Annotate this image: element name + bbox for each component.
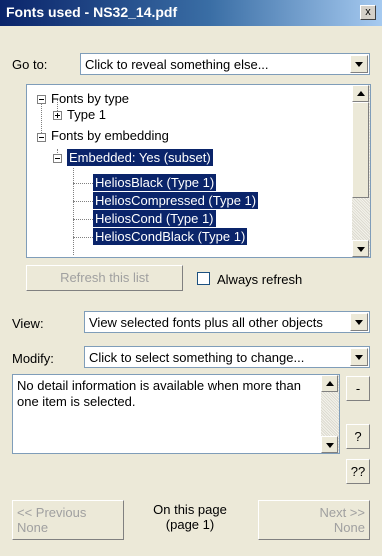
previous-sublabel: None	[17, 520, 49, 535]
scroll-up-button[interactable]	[352, 85, 369, 102]
detail-text: No detail information is available when …	[17, 378, 301, 409]
expand-icon[interactable]	[53, 111, 62, 120]
refresh-list-button[interactable]: Refresh this list	[26, 265, 183, 291]
close-icon: x	[365, 6, 371, 18]
collapse-detail-button[interactable]: -	[346, 376, 370, 401]
page-indicator: On this page (page 1)	[140, 502, 240, 532]
view-dropdown-button[interactable]	[350, 313, 368, 331]
font-tree[interactable]: Fonts by type Type 1 Fonts by embedding …	[26, 84, 371, 258]
next-button[interactable]: Next >> None	[258, 500, 370, 540]
chevron-down-icon	[326, 443, 334, 448]
scroll-up-button[interactable]	[321, 375, 338, 392]
page-indicator-label: On this page	[153, 502, 227, 517]
modify-value: Click to select something to change...	[89, 350, 305, 365]
page-indicator-value: (page 1)	[165, 517, 215, 532]
goto-dropdown[interactable]: Click to reveal something else...	[80, 53, 370, 75]
tree-guide	[73, 237, 93, 239]
chevron-down-icon	[355, 320, 363, 325]
more-help-button[interactable]: ??	[346, 459, 370, 484]
window-title: Fonts used - NS32_14.pdf	[6, 4, 178, 20]
view-dropdown[interactable]: View selected fonts plus all other objec…	[84, 311, 370, 333]
detail-panel: No detail information is available when …	[12, 374, 340, 454]
goto-value: Click to reveal something else...	[85, 57, 269, 72]
chevron-up-icon	[326, 381, 334, 386]
next-sublabel: None	[333, 520, 365, 535]
tree-guide	[73, 165, 75, 255]
tree-node-embedded-yes-subset[interactable]: Embedded: Yes (subset)	[66, 148, 214, 167]
tree-guide	[73, 201, 93, 203]
view-value: View selected fonts plus all other objec…	[89, 315, 323, 330]
chevron-down-icon	[355, 62, 363, 67]
always-refresh-label: Always refresh	[217, 272, 303, 287]
collapse-icon[interactable]	[53, 154, 62, 163]
tree-node-font[interactable]: HeliosCondBlack (Type 1)	[93, 228, 248, 245]
next-label: Next >>	[319, 505, 365, 520]
goto-label: Go to:	[12, 57, 48, 72]
tree-node-type1[interactable]: Type 1	[67, 106, 106, 123]
tree-node-font[interactable]: HeliosBlack (Type 1)	[93, 174, 217, 191]
modify-dropdown[interactable]: Click to select something to change...	[84, 346, 370, 368]
tree-node-font[interactable]: HeliosCond (Type 1)	[93, 210, 216, 227]
chevron-up-icon	[357, 91, 365, 96]
tree-node-font[interactable]: HeliosCompressed (Type 1)	[93, 192, 259, 209]
modify-dropdown-button[interactable]	[350, 348, 368, 366]
help-button[interactable]: ?	[346, 424, 370, 449]
scroll-down-button[interactable]	[352, 240, 369, 257]
chevron-down-icon	[357, 247, 365, 252]
detail-scrollbar[interactable]	[321, 375, 339, 453]
collapse-icon[interactable]	[37, 133, 46, 142]
tree-scrollbar[interactable]	[352, 85, 370, 257]
tree-node-fonts-by-type[interactable]: Fonts by type	[51, 90, 129, 107]
chevron-down-icon	[355, 355, 363, 360]
scroll-down-button[interactable]	[321, 436, 338, 453]
previous-button[interactable]: << Previous None	[12, 500, 124, 540]
view-label: View:	[12, 316, 44, 331]
tree-guide	[73, 219, 93, 221]
goto-dropdown-button[interactable]	[350, 55, 368, 73]
tree-guide	[73, 183, 93, 185]
scroll-thumb[interactable]	[352, 102, 369, 198]
tree-guide	[41, 99, 43, 135]
collapse-icon[interactable]	[37, 95, 46, 104]
previous-label: << Previous	[17, 505, 87, 520]
modify-label: Modify:	[12, 351, 54, 366]
close-button[interactable]: x	[360, 5, 376, 20]
tree-node-fonts-by-embedding[interactable]: Fonts by embedding	[51, 127, 169, 144]
always-refresh-checkbox[interactable]	[197, 272, 210, 285]
